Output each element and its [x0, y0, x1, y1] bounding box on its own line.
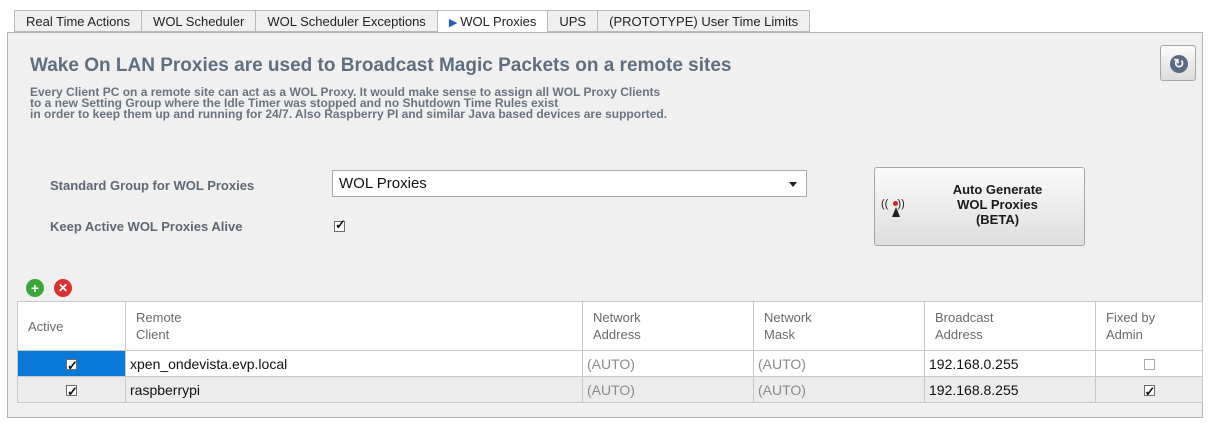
auto-generate-label: Auto Generate WOL Proxies (BETA) [920, 182, 1075, 227]
active-cell[interactable]: ✓ [17, 376, 126, 403]
client-cell[interactable]: xpen_ondevista.evp.local [125, 350, 583, 377]
refresh-button[interactable]: ↻ [1160, 45, 1196, 81]
delete-proxy-button[interactable]: ✕ [54, 279, 72, 297]
plus-circle-icon: + [30, 280, 40, 296]
x-circle-icon: ✕ [57, 281, 69, 295]
column-header-active[interactable]: Active [17, 301, 126, 351]
checkmark-icon: ✓ [335, 217, 346, 232]
wol-proxies-panel: Wake On LAN Proxies are used to Broadcas… [7, 32, 1203, 418]
fixed-by-admin-checkbox[interactable]: ✓ [1143, 384, 1156, 400]
tab-ups[interactable]: UPS [547, 10, 598, 32]
tab-user-time-limits[interactable]: (PROTOTYPE) User Time Limits [597, 10, 811, 32]
network-mask-cell[interactable]: (AUTO) [753, 350, 925, 377]
fixed-by-admin-cell[interactable]: ✓ [1095, 376, 1203, 403]
tab-wol-proxies-label: WOL Proxies [460, 14, 537, 29]
column-header-fixed-by-admin[interactable]: Fixed by Admin [1095, 301, 1203, 351]
tab-wol-proxies[interactable]: ▶ WOL Proxies [436, 10, 548, 33]
active-checkbox[interactable]: ✓ [66, 358, 78, 374]
play-arrow-icon: ▶ [448, 17, 458, 29]
wireless-tower-icon: (( )) [881, 198, 905, 217]
column-header-network-address[interactable]: Network Address [582, 301, 754, 351]
network-address-cell[interactable]: (AUTO) [582, 350, 754, 377]
page-title: Wake On LAN Proxies are used to Broadcas… [30, 55, 732, 76]
column-header-broadcast-address[interactable]: Broadcast Address [924, 301, 1096, 351]
proxies-table: Active Remote Client Network Address Netwo… [17, 301, 1203, 403]
client-cell[interactable]: raspberrypi [125, 376, 583, 403]
fixed-by-admin-checkbox[interactable] [1143, 359, 1155, 371]
keep-alive-checkbox[interactable]: ✓ [334, 217, 346, 232]
column-header-remote-client[interactable]: Remote Client [125, 301, 583, 351]
broadcast-address-cell[interactable]: 192.168.0.255 [924, 350, 1096, 377]
checkmark-icon: ✓ [67, 384, 78, 400]
checkmark-icon: ✓ [1144, 384, 1156, 400]
auto-generate-line-3: (BETA) [975, 212, 1020, 227]
table-row[interactable]: ✓ raspberrypi (AUTO) (AUTO) 192.168.8.25… [17, 376, 1203, 403]
column-header-network-mask[interactable]: Network Mask [753, 301, 925, 351]
refresh-icon: ↻ [1170, 55, 1188, 73]
standard-group-value: WOL Proxies [339, 175, 427, 192]
checkmark-icon: ✓ [67, 358, 78, 374]
active-cell[interactable]: ✓ [17, 350, 126, 377]
tab-wol-scheduler[interactable]: WOL Scheduler [141, 10, 256, 32]
table-row[interactable]: ✓ xpen_ondevista.evp.local (AUTO) (AUTO)… [17, 350, 1203, 377]
auto-generate-line-1: Auto Generate [952, 182, 1043, 197]
active-checkbox[interactable]: ✓ [66, 384, 78, 400]
add-proxy-button[interactable]: + [26, 279, 44, 297]
tab-real-time-actions[interactable]: Real Time Actions [14, 10, 142, 32]
standard-group-select[interactable]: WOL Proxies [332, 170, 807, 197]
broadcast-address-cell[interactable]: 192.168.8.255 [924, 376, 1096, 403]
page-description: Every Client PC on a remote site can act… [30, 86, 668, 121]
table-header-row: Active Remote Client Network Address Netwo… [17, 301, 1203, 351]
tab-bar: Real Time Actions WOL Scheduler WOL Sche… [14, 10, 811, 33]
tab-wol-scheduler-exceptions[interactable]: WOL Scheduler Exceptions [255, 10, 437, 32]
auto-generate-button[interactable]: (( )) Auto Generate WOL Proxies (BETA) [874, 167, 1085, 246]
network-address-cell[interactable]: (AUTO) [582, 376, 754, 403]
auto-generate-line-2: WOL Proxies [957, 197, 1038, 212]
description-line-3: in order to keep them up and running for… [30, 107, 668, 121]
fixed-by-admin-cell[interactable] [1095, 350, 1203, 377]
standard-group-label: Standard Group for WOL Proxies [50, 178, 255, 193]
keep-alive-label: Keep Active WOL Proxies Alive [50, 219, 243, 234]
network-mask-cell[interactable]: (AUTO) [753, 376, 925, 403]
chevron-down-icon [789, 182, 797, 187]
